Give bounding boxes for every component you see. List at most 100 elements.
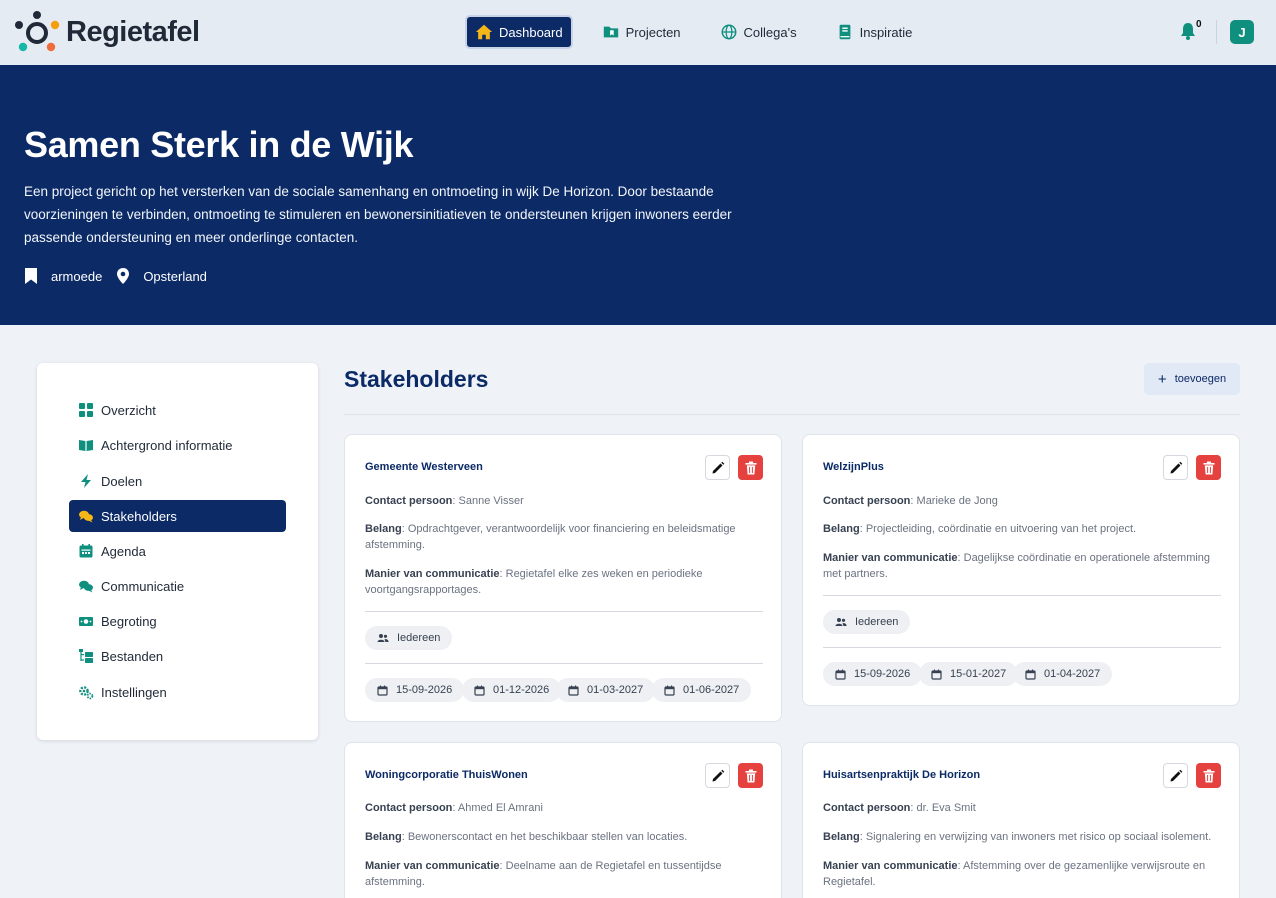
sidebar-item-stakeholders[interactable]: Stakeholders — [69, 500, 286, 532]
users-icon — [377, 634, 389, 642]
date-chip: 15-01-2027 — [919, 662, 1019, 686]
bookmark-icon — [25, 268, 37, 284]
trash-icon — [1203, 769, 1214, 782]
stakeholder-name: WelzijnPlus — [823, 461, 884, 473]
field-value: Marieke de Jong — [916, 495, 998, 507]
nav-inspiratie[interactable]: Inspiratie — [826, 15, 923, 49]
field-value: Ahmed El Amrani — [457, 802, 543, 814]
pencil-icon — [1170, 461, 1182, 473]
sidebar-item-bestanden[interactable]: Bestanden — [69, 640, 286, 672]
stakeholder-card: Gemeente Westerveen Contact persoon: San… — [344, 434, 782, 722]
field-label: Contact persoon — [823, 802, 911, 814]
avatar[interactable]: J — [1230, 20, 1254, 44]
bolt-icon — [81, 474, 91, 488]
sidebar-item-achtergrond[interactable]: Achtergrond informatie — [69, 429, 286, 461]
field-label: Belang — [365, 523, 402, 535]
sidebar-item-label: Overzicht — [101, 402, 156, 418]
folder-icon — [603, 26, 618, 38]
section-divider — [344, 414, 1240, 415]
sidebar-item-label: Doelen — [101, 473, 143, 489]
users-icon — [835, 618, 847, 626]
edit-button[interactable] — [1163, 455, 1188, 480]
delete-button[interactable] — [738, 763, 763, 788]
nav-divider — [1216, 20, 1217, 44]
stakeholder-name: Woningcorporatie ThuisWonen — [365, 769, 528, 781]
contact-field: Contact persoon: Sanne Visser — [365, 495, 524, 507]
audience-chip: Iedereen — [823, 610, 911, 634]
sidebar-item-label: Stakeholders — [101, 508, 177, 524]
sidebar-item-agenda[interactable]: Agenda — [69, 535, 286, 567]
nav-collegas-label: Collega's — [743, 24, 797, 40]
edit-button[interactable] — [705, 455, 730, 480]
logo[interactable]: Regietafel — [14, 9, 200, 55]
project-sidebar: Overzicht Achtergrond informatie Doelen … — [37, 363, 318, 740]
add-button-label: toevoegen — [1174, 373, 1227, 385]
bell-icon[interactable] — [1178, 21, 1198, 41]
date-chip: 15-09-2026 — [823, 662, 923, 686]
nav-dashboard[interactable]: Dashboard — [465, 15, 573, 49]
edit-button[interactable] — [705, 763, 730, 788]
contact-field: Contact persoon: Ahmed El Amrani — [365, 802, 543, 814]
chat-bubbles-icon — [79, 510, 93, 523]
pencil-icon — [712, 461, 724, 473]
sidebar-item-label: Begroting — [101, 613, 157, 629]
date-label: 15-01-2027 — [950, 668, 1007, 680]
field-value: dr. Eva Smit — [916, 802, 976, 814]
belang-field: Belang: Opdrachtgever, verantwoordelijk … — [365, 523, 736, 551]
date-chip: 15-09-2026 — [365, 678, 465, 702]
sidebar-item-label: Achtergrond informatie — [101, 437, 233, 453]
field-value: Sanne Visser — [458, 495, 524, 507]
field-value: Opdrachtgever, verantwoordelijk voor fin… — [365, 523, 736, 551]
money-icon — [79, 617, 93, 626]
date-chip: 01-04-2027 — [1013, 662, 1113, 686]
delete-button[interactable] — [1196, 763, 1221, 788]
belang-field: Belang: Bewonerscontact en het beschikba… — [365, 831, 688, 843]
comments-icon — [79, 580, 93, 593]
add-stakeholder-button[interactable]: + toevoegen — [1144, 363, 1240, 395]
calendar-icon — [931, 669, 942, 680]
project-location: Opsterland — [143, 268, 207, 284]
delete-button[interactable] — [738, 455, 763, 480]
communicatie-field: Manier van communicatie: Afstemming over… — [823, 860, 1206, 888]
date-chip: 01-03-2027 — [556, 678, 656, 702]
project-description: Een project gericht op het versterken va… — [24, 184, 732, 245]
stakeholder-card: WelzijnPlus Contact persoon: Marieke de … — [802, 434, 1240, 706]
gears-icon — [79, 686, 94, 700]
date-chip: 01-06-2027 — [652, 678, 752, 702]
date-label: 01-03-2027 — [587, 684, 644, 696]
field-label: Contact persoon — [365, 495, 453, 507]
home-icon — [475, 24, 493, 40]
field-value: Signalering en verwijzing van inwoners m… — [865, 831, 1212, 843]
notification-count: 0 — [1196, 19, 1202, 30]
top-navbar: Regietafel Dashboard Projecten Collega's… — [0, 0, 1276, 65]
card-divider — [365, 663, 763, 664]
pencil-icon — [712, 769, 724, 781]
stakeholder-card: Woningcorporatie ThuisWonen Contact pers… — [344, 742, 782, 898]
delete-button[interactable] — [1196, 455, 1221, 480]
audience-chip: Iedereen — [365, 626, 453, 650]
pencil-icon — [1170, 769, 1182, 781]
calendar-icon — [79, 544, 93, 558]
calendar-icon — [664, 685, 675, 696]
nav-dashboard-label: Dashboard — [499, 24, 563, 40]
edit-button[interactable] — [1163, 763, 1188, 788]
field-label: Manier van communicatie — [823, 552, 958, 564]
audience-label: Iedereen — [855, 616, 899, 628]
contact-field: Contact persoon: dr. Eva Smit — [823, 802, 976, 814]
sidebar-item-instellingen[interactable]: Instellingen — [69, 676, 286, 708]
nav-projecten[interactable]: Projecten — [592, 15, 691, 49]
stakeholder-name: Huisartsenpraktijk De Horizon — [823, 769, 981, 781]
sidebar-item-communicatie[interactable]: Communicatie — [69, 570, 286, 602]
sidebar-item-label: Instellingen — [101, 684, 167, 700]
sidebar-item-label: Communicatie — [101, 578, 185, 594]
sidebar-item-doelen[interactable]: Doelen — [69, 465, 286, 497]
logo-icon — [15, 11, 60, 52]
sidebar-item-overzicht[interactable]: Overzicht — [69, 394, 286, 426]
sidebar-item-begroting[interactable]: Begroting — [69, 605, 286, 637]
field-label: Contact persoon — [823, 495, 911, 507]
audience-label: Iedereen — [397, 632, 441, 644]
sidebar-item-label: Agenda — [101, 543, 146, 559]
calendar-icon — [1025, 669, 1036, 680]
open-book-icon — [79, 440, 93, 451]
nav-collegas[interactable]: Collega's — [710, 15, 807, 49]
